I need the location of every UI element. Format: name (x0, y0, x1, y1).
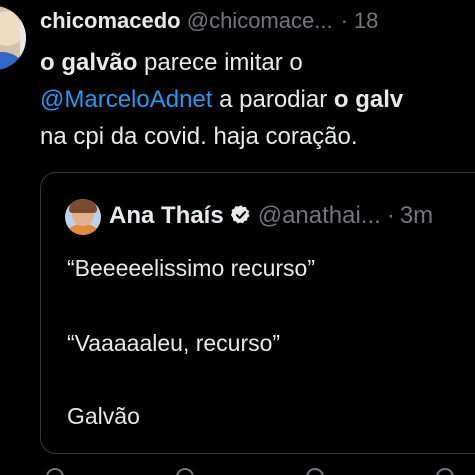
quoted-tweet-header: Ana Thaís @anathai... · 3m (109, 197, 475, 235)
tweet-screen: chicomacedo @chicomace... · 18 o galvão pa… (0, 0, 475, 475)
plain-text: parece imitar o (137, 49, 303, 76)
tweet-header: chicomacedo @chicomace... · 18 (40, 4, 475, 38)
quoted-author-handle[interactable]: @anathai... (258, 202, 381, 229)
tweet-text-line-2: @MarceloAdnet a parodiar o galv (40, 81, 475, 118)
mention-link[interactable]: @MarceloAdnet (40, 86, 212, 113)
quoted-tweet-line: “Beeeeelissimo recurso” (67, 255, 315, 281)
quoted-tweet-card[interactable]: Ana Thaís @anathai... · 3m “Beeeeelissimo … (40, 172, 475, 454)
author-handle[interactable]: @chicomace... (187, 8, 333, 33)
author-name[interactable]: chicomacedo (40, 8, 181, 33)
verified-badge-icon (230, 205, 250, 224)
plain-text: a parodiar (212, 86, 334, 113)
bold-text: o galvão (40, 49, 138, 76)
like-icon[interactable] (306, 468, 324, 475)
tweet-timestamp[interactable]: 18 (354, 8, 378, 33)
avatar-hair (69, 199, 97, 213)
quoted-tweet-line: “Vaaaaaleu, recurso” (67, 330, 281, 356)
quoted-author-name[interactable]: Ana Thaís (109, 202, 224, 229)
author-avatar[interactable] (0, 6, 26, 70)
avatar-background (20, 6, 26, 70)
retweet-icon[interactable] (176, 468, 194, 475)
quoted-tweet-timestamp[interactable]: 3m (400, 202, 433, 229)
quoted-header-separator: · (386, 202, 395, 229)
share-icon[interactable] (436, 468, 454, 475)
tweet-action-bar (0, 466, 475, 475)
tweet-text-line-3: na cpi da covid. haja coração. (40, 123, 358, 150)
bold-text: o galv (333, 86, 404, 113)
reply-icon[interactable] (46, 468, 64, 475)
tweet-text: o galvão parece imitar o @MarceloAdnet a… (40, 44, 475, 155)
tweet-text-line-1: o galvão parece imitar o (40, 44, 475, 81)
quoted-tweet-line: Galvão (67, 403, 140, 429)
quoted-author-avatar[interactable] (65, 199, 101, 235)
header-separator: · (340, 8, 348, 33)
avatar-shirt (0, 52, 22, 70)
